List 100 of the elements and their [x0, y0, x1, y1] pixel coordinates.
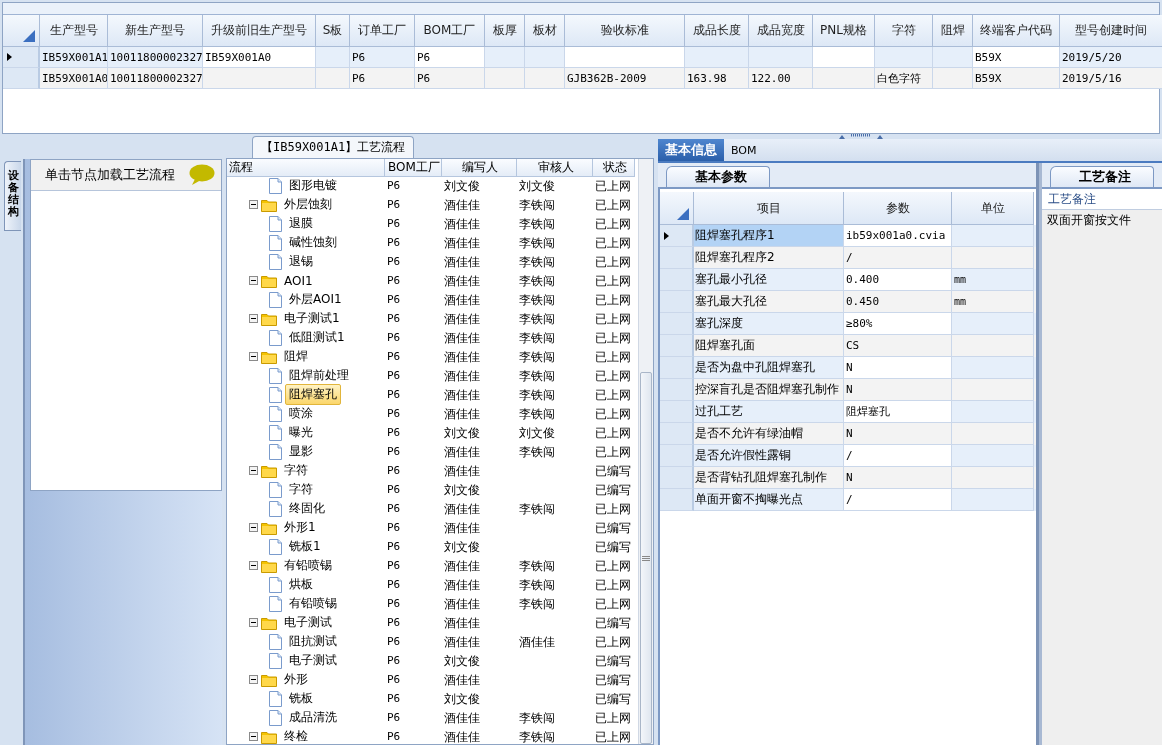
tab[interactable]: 工艺备注 [1050, 166, 1154, 187]
column-header[interactable]: 单位 [952, 192, 1034, 225]
tab[interactable]: 基本参数 [666, 166, 770, 187]
table-row[interactable]: 是否背钻孔阻焊塞孔制作 N [660, 467, 1036, 489]
collapse-icon[interactable] [249, 523, 258, 532]
column-header[interactable]: 升级前旧生产型号 [203, 15, 316, 47]
table-cell[interactable]: ib59x001a0.cvia [844, 225, 952, 247]
tree-node[interactable]: 有铅喷锡 [285, 593, 341, 614]
tree-node[interactable]: 外形 [280, 669, 312, 690]
tree-node[interactable]: 外层AOI1 [285, 289, 346, 310]
tree-node[interactable]: 阻焊 [280, 346, 312, 367]
side-tab[interactable]: 设备结构 [4, 161, 21, 231]
tree-node[interactable]: 显影 [285, 441, 317, 462]
column-header[interactable]: 终端客户代码 [973, 15, 1060, 47]
collapse-icon[interactable] [249, 200, 258, 209]
tree-node[interactable]: AOI1 [280, 271, 317, 290]
tree-node[interactable]: 烘板 [285, 574, 317, 595]
collapse-icon[interactable] [249, 732, 258, 741]
column-header[interactable]: 订单工厂 [350, 15, 415, 47]
tree-node[interactable]: 喷涂 [285, 403, 317, 424]
column-header[interactable]: 阻焊 [933, 15, 973, 47]
column-header[interactable]: 板厚 [485, 15, 525, 47]
tree-node[interactable]: 有铅喷锡 [280, 555, 336, 576]
document-icon [269, 253, 282, 270]
collapse-icon[interactable] [249, 276, 258, 285]
column-header[interactable]: 审核人 [517, 159, 593, 177]
table-row[interactable]: 塞孔最小孔径 0.400 mm [660, 269, 1036, 291]
collapse-icon[interactable] [249, 675, 258, 684]
tree-node[interactable]: 外形1 [280, 517, 320, 538]
column-header[interactable]: 验收标准 [565, 15, 685, 47]
table-row[interactable]: 是否允许假性露铜 / [660, 445, 1036, 467]
table-cell[interactable]: 阻焊塞孔 [844, 401, 952, 423]
column-header[interactable]: 成品宽度 [749, 15, 813, 47]
column-header[interactable]: 编写人 [442, 159, 517, 177]
tree-node[interactable]: 终固化 [285, 498, 329, 519]
collapse-icon[interactable] [249, 314, 258, 323]
splitter-grip-icon[interactable] [839, 134, 883, 139]
table-cell-text: 已上网 [594, 291, 632, 309]
column-header[interactable]: 新生产型号 [108, 15, 203, 47]
tree-node[interactable]: 成品清洗 [285, 707, 341, 728]
document-icon [269, 215, 282, 232]
table-cell: B59X [973, 47, 1060, 68]
column-header[interactable]: S板 [316, 15, 350, 47]
column-header[interactable]: 状态 [593, 159, 635, 177]
collapse-icon[interactable] [249, 561, 258, 570]
tree-node[interactable]: 低阻测试1 [285, 327, 349, 348]
table-cell[interactable]: / [844, 489, 952, 511]
table-row[interactable]: 控深盲孔是否阻焊塞孔制作 N [660, 379, 1036, 401]
column-header[interactable]: 生产型号 [40, 15, 108, 47]
row-header[interactable] [3, 47, 40, 68]
table-cell[interactable]: / [844, 445, 952, 467]
column-header[interactable]: 板材 [525, 15, 565, 47]
tree-node[interactable]: 终检 [280, 726, 312, 744]
scrollbar[interactable] [638, 159, 653, 744]
table-row[interactable]: 过孔工艺 阻焊塞孔 [660, 401, 1036, 423]
table-row[interactable]: 是否不允许有绿油帽 N [660, 423, 1036, 445]
tree-node[interactable]: 阻焊前处理 [285, 365, 353, 386]
table-row[interactable]: 单面开窗不掏曝光点 / [660, 489, 1036, 511]
tree-node[interactable]: 阻焊塞孔 [285, 384, 341, 405]
tree-node[interactable]: 阻抗测试 [285, 631, 341, 652]
table-row[interactable]: 塞孔最大孔径 0.450 mm [660, 291, 1036, 313]
column-header[interactable]: 成品长度 [685, 15, 749, 47]
tree-node[interactable]: 铣板1 [285, 536, 325, 557]
table-cell-text: 李铁闯 [518, 576, 556, 594]
collapse-icon[interactable] [249, 618, 258, 627]
collapse-icon[interactable] [249, 352, 258, 361]
tree-node[interactable]: 电子测试 [285, 650, 341, 671]
table-cell[interactable]: ≥80% [844, 313, 952, 335]
table-row[interactable]: 阻焊塞孔面 CS [660, 335, 1036, 357]
tab[interactable]: 基本信息 [658, 139, 724, 161]
column-header[interactable]: PNL规格 [813, 15, 875, 47]
tree-node[interactable]: 碱性蚀刻 [285, 232, 341, 253]
table-row[interactable]: 是否为盘中孔阻焊塞孔 N [660, 357, 1036, 379]
tree-node[interactable]: 图形电镀 [285, 175, 341, 196]
row-header[interactable] [660, 225, 694, 247]
tree-node[interactable]: 曝光 [285, 422, 317, 443]
scroll-thumb[interactable] [640, 372, 652, 744]
table-row[interactable]: 塞孔深度 ≥80% [660, 313, 1036, 335]
column-header[interactable]: BOM工厂 [385, 159, 442, 177]
column-header[interactable]: 型号创建时间 [1060, 15, 1162, 47]
tree-node[interactable]: 字符 [280, 460, 312, 481]
column-header[interactable]: 字符 [875, 15, 933, 47]
table-row[interactable]: 阻焊塞孔程序2 / [660, 247, 1036, 269]
tree-node[interactable]: 外层蚀刻 [280, 194, 336, 215]
tree-node[interactable]: 退膜 [285, 213, 317, 234]
column-header[interactable]: 参数 [844, 192, 952, 225]
table-cell-text: 酒佳佳 [443, 310, 481, 328]
tree-node[interactable]: 铣板 [285, 688, 317, 709]
collapse-icon[interactable] [249, 466, 258, 475]
column-header[interactable]: 流程 [227, 159, 385, 177]
tree-node[interactable]: 电子测试1 [280, 308, 344, 329]
tab[interactable]: BOM [724, 139, 764, 161]
tree-node[interactable]: 电子测试 [280, 612, 336, 633]
tree-node[interactable]: 字符 [285, 479, 317, 500]
column-header[interactable]: 项目 [694, 192, 844, 225]
table-cell[interactable]: N [844, 357, 952, 379]
table-cell[interactable]: 0.400 [844, 269, 952, 291]
table-row[interactable]: 阻焊塞孔程序1 ib59x001a0.cvia [660, 225, 1036, 247]
tree-node[interactable]: 退锡 [285, 251, 317, 272]
column-header[interactable]: BOM工厂 [415, 15, 485, 47]
